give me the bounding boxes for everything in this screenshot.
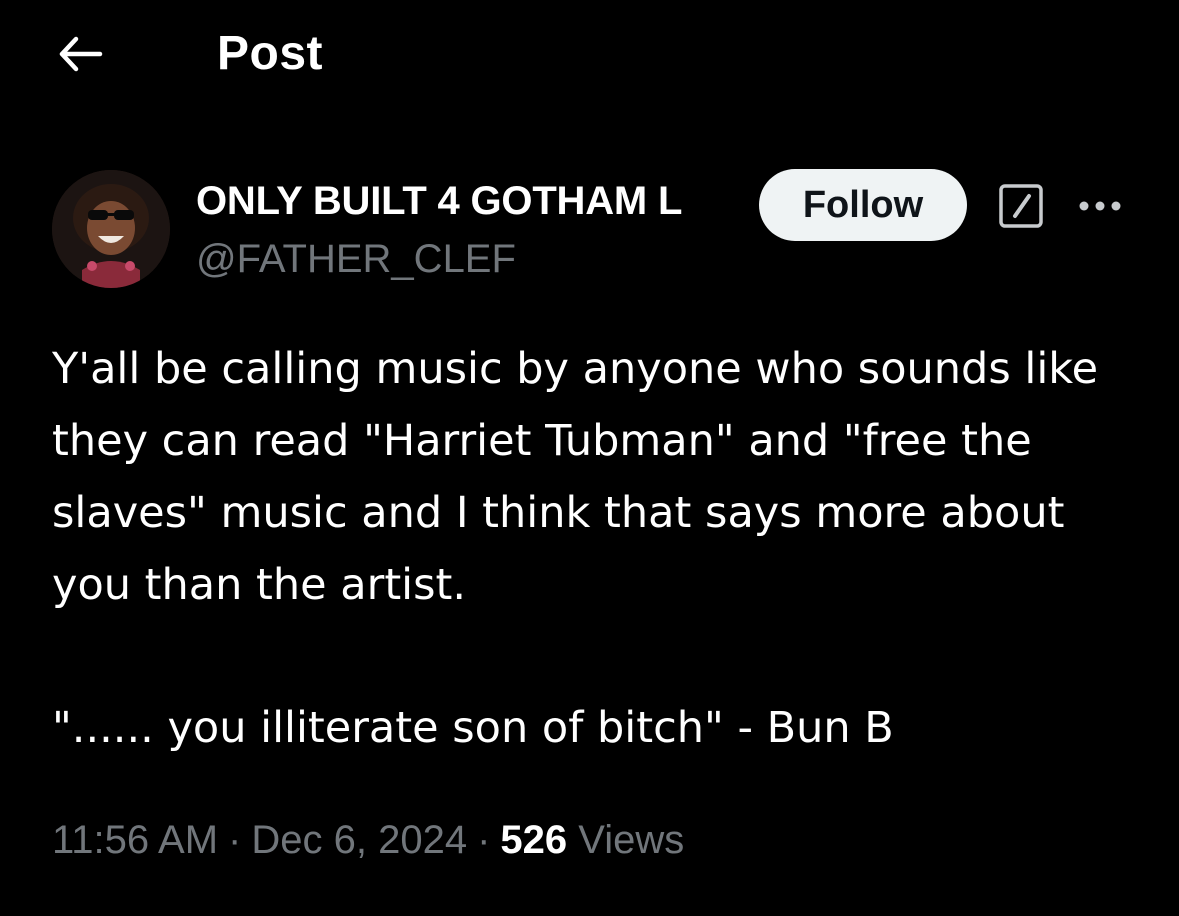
- post-text: Y'all be calling music by anyone who sou…: [52, 344, 1112, 610]
- views-label[interactable]: Views: [578, 818, 684, 862]
- page-title: Post: [217, 27, 324, 80]
- post-date[interactable]: Dec 6, 2024: [251, 818, 467, 862]
- post-time[interactable]: 11:56 AM: [52, 818, 218, 862]
- author-handle[interactable]: @FATHER_CLEF: [196, 236, 516, 282]
- separator-dot: ·: [477, 818, 491, 862]
- author-display-name[interactable]: ONLY BUILT 4 GOTHAM L: [196, 178, 682, 224]
- follow-button[interactable]: Follow: [759, 169, 967, 241]
- views-count[interactable]: 526: [500, 818, 567, 862]
- back-button[interactable]: [50, 30, 108, 78]
- more-horizontal-icon: [1076, 199, 1124, 218]
- avatar[interactable]: [52, 170, 170, 288]
- separator-dot: ·: [228, 818, 242, 862]
- post-quote-line: "...... you illiterate son of bitch" - B…: [52, 703, 894, 753]
- arrow-left-icon: [54, 34, 104, 74]
- post-metadata: 11:56 AM · Dec 6, 2024 · 526 Views: [52, 812, 684, 868]
- top-bar: Post: [0, 0, 1179, 110]
- more-options-button[interactable]: [1072, 188, 1128, 228]
- grok-button[interactable]: [993, 180, 1049, 236]
- grok-icon: [997, 182, 1045, 235]
- post-author-row: ONLY BUILT 4 GOTHAM L @FATHER_CLEF Follo…: [0, 160, 1179, 300]
